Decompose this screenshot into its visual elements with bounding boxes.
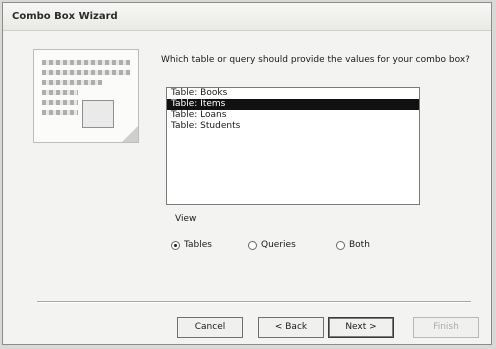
wizard-illustration	[33, 49, 139, 143]
radio-tables-indicator[interactable]	[171, 240, 180, 250]
wizard-question: Which table or query should provide the …	[161, 55, 470, 65]
radio-queries-indicator[interactable]	[248, 240, 257, 250]
cancel-button[interactable]: Cancel	[177, 317, 243, 338]
radio-both-indicator[interactable]	[336, 240, 345, 250]
radio-both-label: Both	[349, 240, 370, 250]
wizard-window: Combo Box Wizard Which table or query sh…	[2, 2, 492, 345]
title-bar: Combo Box Wizard	[3, 3, 491, 31]
list-item-items[interactable]: Table: Items	[167, 99, 419, 110]
radio-queries[interactable]: Queries	[248, 240, 296, 250]
radio-tables[interactable]: Tables	[171, 240, 212, 250]
list-item-books[interactable]: Table: Books	[167, 88, 419, 99]
radio-both[interactable]: Both	[336, 240, 370, 250]
view-label: View	[175, 214, 197, 224]
back-button[interactable]: < Back	[258, 317, 324, 338]
list-item-students[interactable]: Table: Students	[167, 121, 419, 132]
next-button[interactable]: Next >	[328, 317, 394, 338]
button-separator	[37, 301, 471, 303]
finish-button[interactable]: Finish	[413, 317, 479, 338]
window-title: Combo Box Wizard	[12, 11, 118, 22]
radio-tables-label: Tables	[184, 240, 212, 250]
radio-queries-label: Queries	[261, 240, 296, 250]
view-radio-group: Tables Queries Both	[3, 240, 491, 256]
table-query-listbox[interactable]: Table: Books Table: Items Table: Loans T…	[166, 87, 420, 205]
list-item-loans[interactable]: Table: Loans	[167, 110, 419, 121]
